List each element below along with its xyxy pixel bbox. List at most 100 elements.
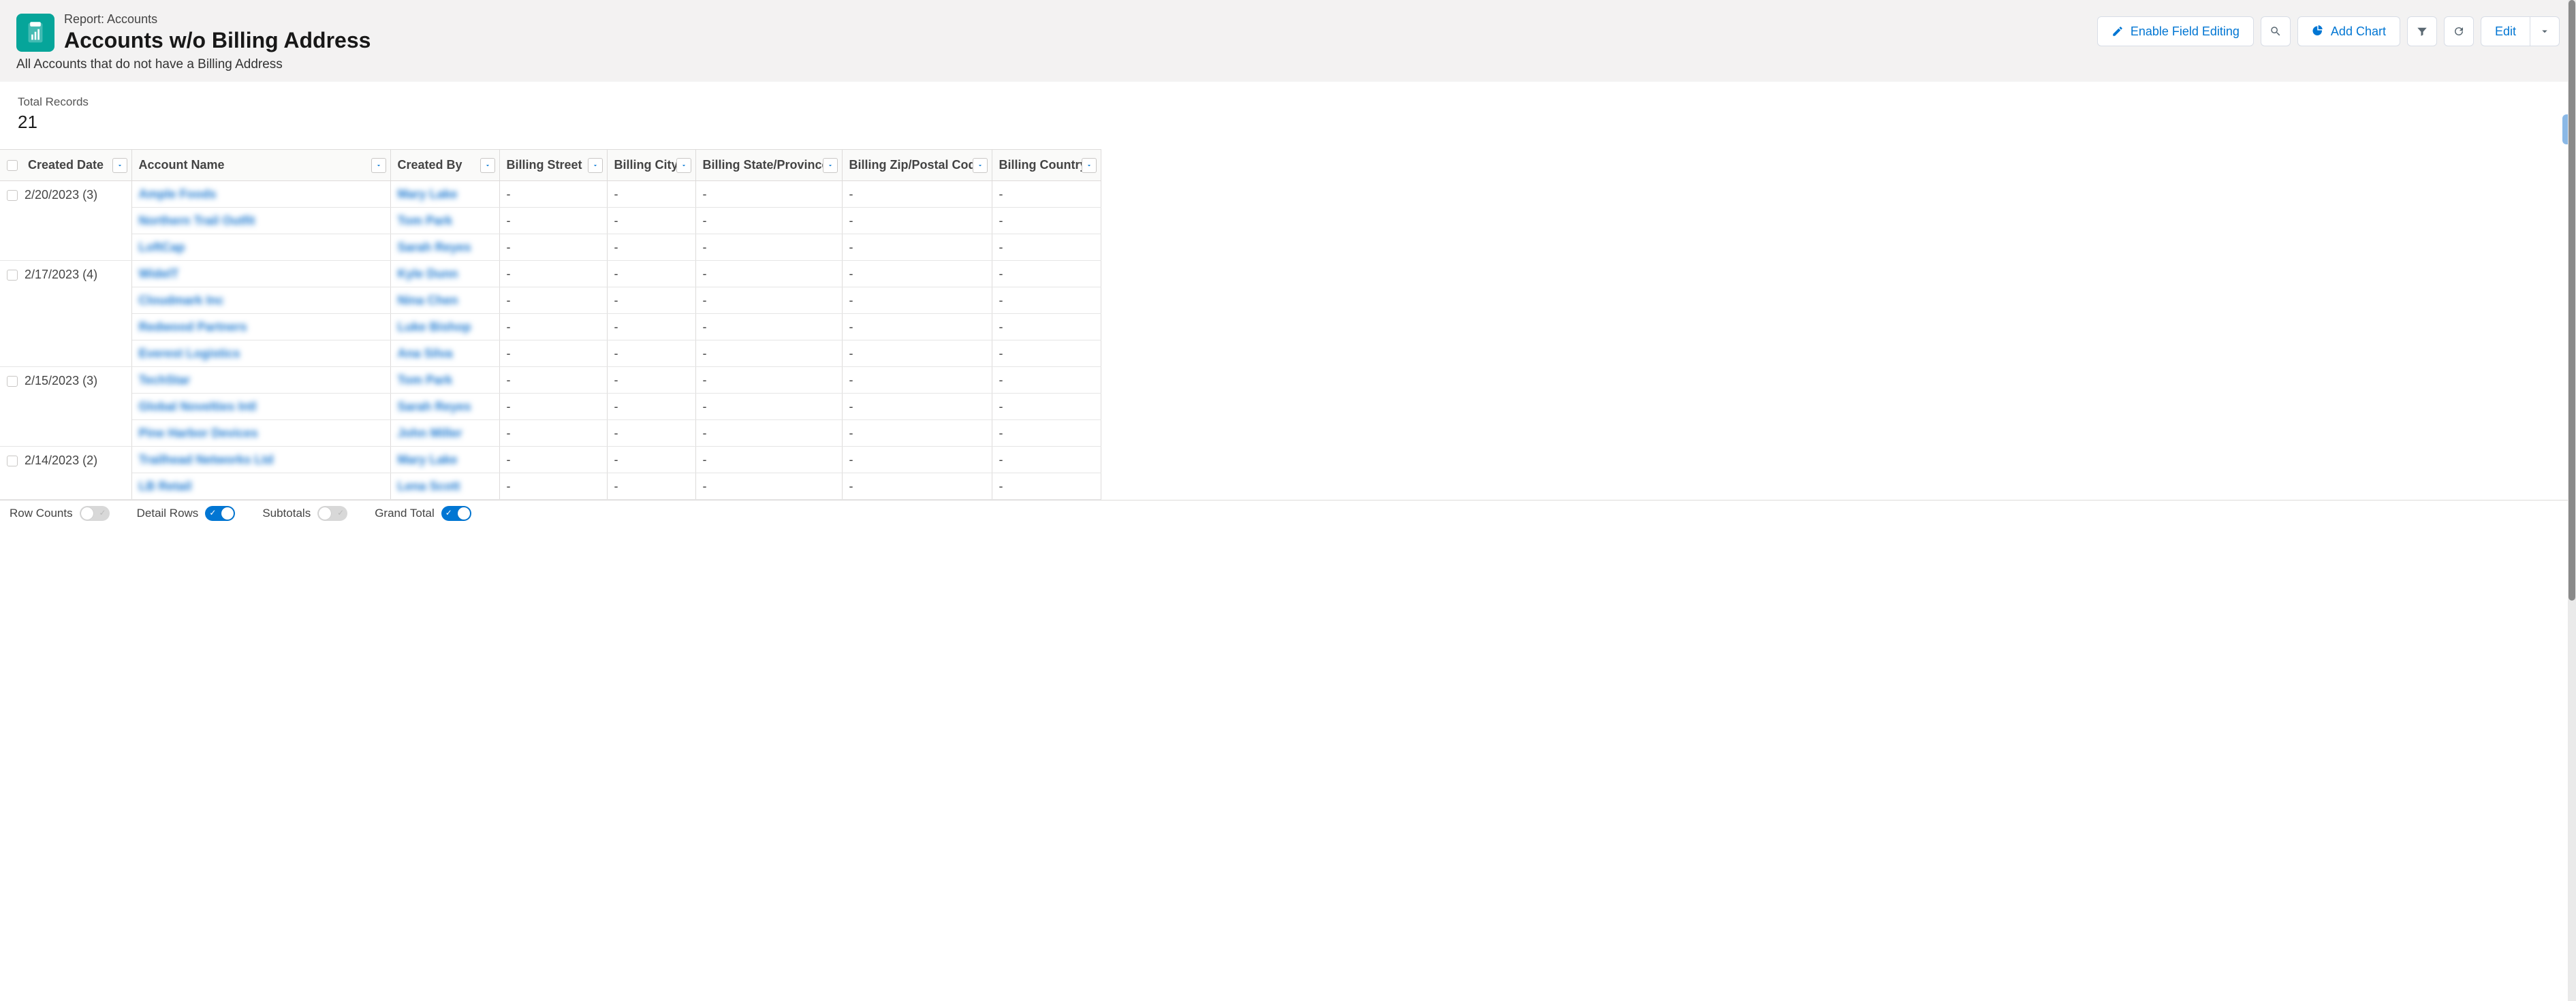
link-text[interactable]: Lena Scott <box>398 479 460 493</box>
link-text[interactable]: Sarah Reyes <box>398 400 471 413</box>
link-text[interactable]: Trailhead Networks Ltd <box>139 453 274 466</box>
total-records-label: Total Records <box>18 95 89 109</box>
link-text[interactable]: LB Retail <box>139 479 192 493</box>
link-text[interactable]: Mary Lake <box>398 453 458 466</box>
link-text[interactable]: Sarah Reyes <box>398 240 471 254</box>
link-text[interactable]: Tom Park <box>398 214 453 227</box>
account-name-cell: WideIT <box>131 261 390 287</box>
group-count: (3) <box>82 188 97 202</box>
table-row: 2/15/2023 (3)TechStarTom Park----- <box>0 367 1101 394</box>
link-text[interactable]: Redwood Partners <box>139 320 247 334</box>
group-checkbox[interactable] <box>7 190 18 201</box>
created-by-cell: Sarah Reyes <box>390 394 499 420</box>
billing-state-cell: - <box>695 314 842 340</box>
column-menu-button[interactable] <box>371 158 386 173</box>
col-billing-country[interactable]: Billing Country <box>992 150 1101 181</box>
link-text[interactable]: WideIT <box>139 267 179 281</box>
account-name-cell: Redwood Partners <box>131 314 390 340</box>
link-text[interactable]: Ample Foods <box>139 187 217 201</box>
col-label: Created Date <box>28 158 104 172</box>
link-text[interactable]: Tom Park <box>398 373 453 387</box>
vertical-scrollbar[interactable] <box>2568 0 2576 1001</box>
col-billing-state[interactable]: Billing State/Province <box>695 150 842 181</box>
add-chart-button[interactable]: Add Chart <box>2297 16 2400 46</box>
col-billing-city[interactable]: Billing City <box>607 150 695 181</box>
chart-icon <box>2312 25 2324 37</box>
group-date: 2/20/2023 <box>25 188 79 202</box>
detail-rows-switch[interactable]: ✓ <box>205 506 235 521</box>
billing-country-cell: - <box>992 181 1101 208</box>
column-menu-button[interactable] <box>1082 158 1097 173</box>
edit-menu-button[interactable] <box>2530 16 2560 46</box>
link-text[interactable]: Mary Lake <box>398 187 458 201</box>
created-by-cell: John Miller <box>390 420 499 447</box>
table-row: 2/17/2023 (4)WideITKyle Dunn----- <box>0 261 1101 287</box>
created-by-cell: Tom Park <box>390 208 499 234</box>
column-menu-button[interactable] <box>823 158 838 173</box>
billing-city-cell: - <box>607 394 695 420</box>
col-label: Billing Zip/Postal Code <box>849 158 983 172</box>
col-billing-zip[interactable]: Billing Zip/Postal Code <box>842 150 992 181</box>
data-grid: Created Date ↓ Account Name Created By B… <box>0 149 2576 500</box>
col-created-date[interactable]: Created Date ↓ <box>0 150 131 181</box>
group-checkbox[interactable] <box>7 270 18 281</box>
billing-country-cell: - <box>992 394 1101 420</box>
billing-country-cell: - <box>992 367 1101 394</box>
billing-state-cell: - <box>695 473 842 500</box>
link-text[interactable]: Nina Chen <box>398 293 458 307</box>
row-counts-switch[interactable]: ✓ <box>80 506 110 521</box>
link-text[interactable]: Pine Harbor Devices <box>139 426 258 440</box>
column-menu-button[interactable] <box>973 158 988 173</box>
edit-button[interactable]: Edit <box>2481 16 2530 46</box>
account-name-cell: Pine Harbor Devices <box>131 420 390 447</box>
billing-city-cell: - <box>607 340 695 367</box>
col-label: Billing State/Province <box>703 158 829 172</box>
refresh-button[interactable] <box>2444 16 2474 46</box>
billing-zip-cell: - <box>842 234 992 261</box>
summary-bar: Total Records 21 <box>0 82 2576 149</box>
link-text[interactable]: Northern Trail Outfit <box>139 214 255 227</box>
billing-zip-cell: - <box>842 181 992 208</box>
select-all-checkbox[interactable] <box>7 160 18 171</box>
search-button[interactable] <box>2261 16 2291 46</box>
link-text[interactable]: Cloudmark Inc <box>139 293 224 307</box>
col-label: Account Name <box>139 158 225 172</box>
button-label: Enable Field Editing <box>2131 25 2240 39</box>
billing-state-cell: - <box>695 181 842 208</box>
link-text[interactable]: Ana Silva <box>398 347 453 360</box>
link-text[interactable]: Everest Logistics <box>139 347 240 360</box>
link-text[interactable]: TechStar <box>139 373 191 387</box>
group-checkbox[interactable] <box>7 376 18 387</box>
link-text[interactable]: Luke Bishop <box>398 320 471 334</box>
group-checkbox[interactable] <box>7 456 18 466</box>
col-created-by[interactable]: Created By <box>390 150 499 181</box>
col-account-name[interactable]: Account Name <box>131 150 390 181</box>
billing-country-cell: - <box>992 287 1101 314</box>
refresh-icon <box>2453 25 2465 37</box>
billing-street-cell: - <box>499 447 607 473</box>
link-text[interactable]: Global Novelties Intl <box>139 400 257 413</box>
column-menu-button[interactable] <box>112 158 127 173</box>
grand-total-switch[interactable]: ✓ <box>441 506 471 521</box>
enable-field-editing-button[interactable]: Enable Field Editing <box>2097 16 2254 46</box>
col-label: Billing Street <box>507 158 582 172</box>
col-billing-street[interactable]: Billing Street <box>499 150 607 181</box>
link-text[interactable]: Kyle Dunn <box>398 267 458 281</box>
filter-button[interactable] <box>2407 16 2437 46</box>
billing-state-cell: - <box>695 394 842 420</box>
created-by-cell: Ana Silva <box>390 340 499 367</box>
billing-state-cell: - <box>695 447 842 473</box>
subtotals-switch[interactable]: ✓ <box>317 506 347 521</box>
table-row: Redwood PartnersLuke Bishop----- <box>0 314 1101 340</box>
billing-zip-cell: - <box>842 447 992 473</box>
link-text[interactable]: John Miller <box>398 426 462 440</box>
report-icon <box>16 14 54 52</box>
link-text[interactable]: LoftCap <box>139 240 185 254</box>
column-menu-button[interactable] <box>676 158 691 173</box>
created-by-cell: Sarah Reyes <box>390 234 499 261</box>
billing-street-cell: - <box>499 473 607 500</box>
account-name-cell: Northern Trail Outfit <box>131 208 390 234</box>
column-menu-button[interactable] <box>588 158 603 173</box>
column-menu-button[interactable] <box>480 158 495 173</box>
billing-state-cell: - <box>695 367 842 394</box>
